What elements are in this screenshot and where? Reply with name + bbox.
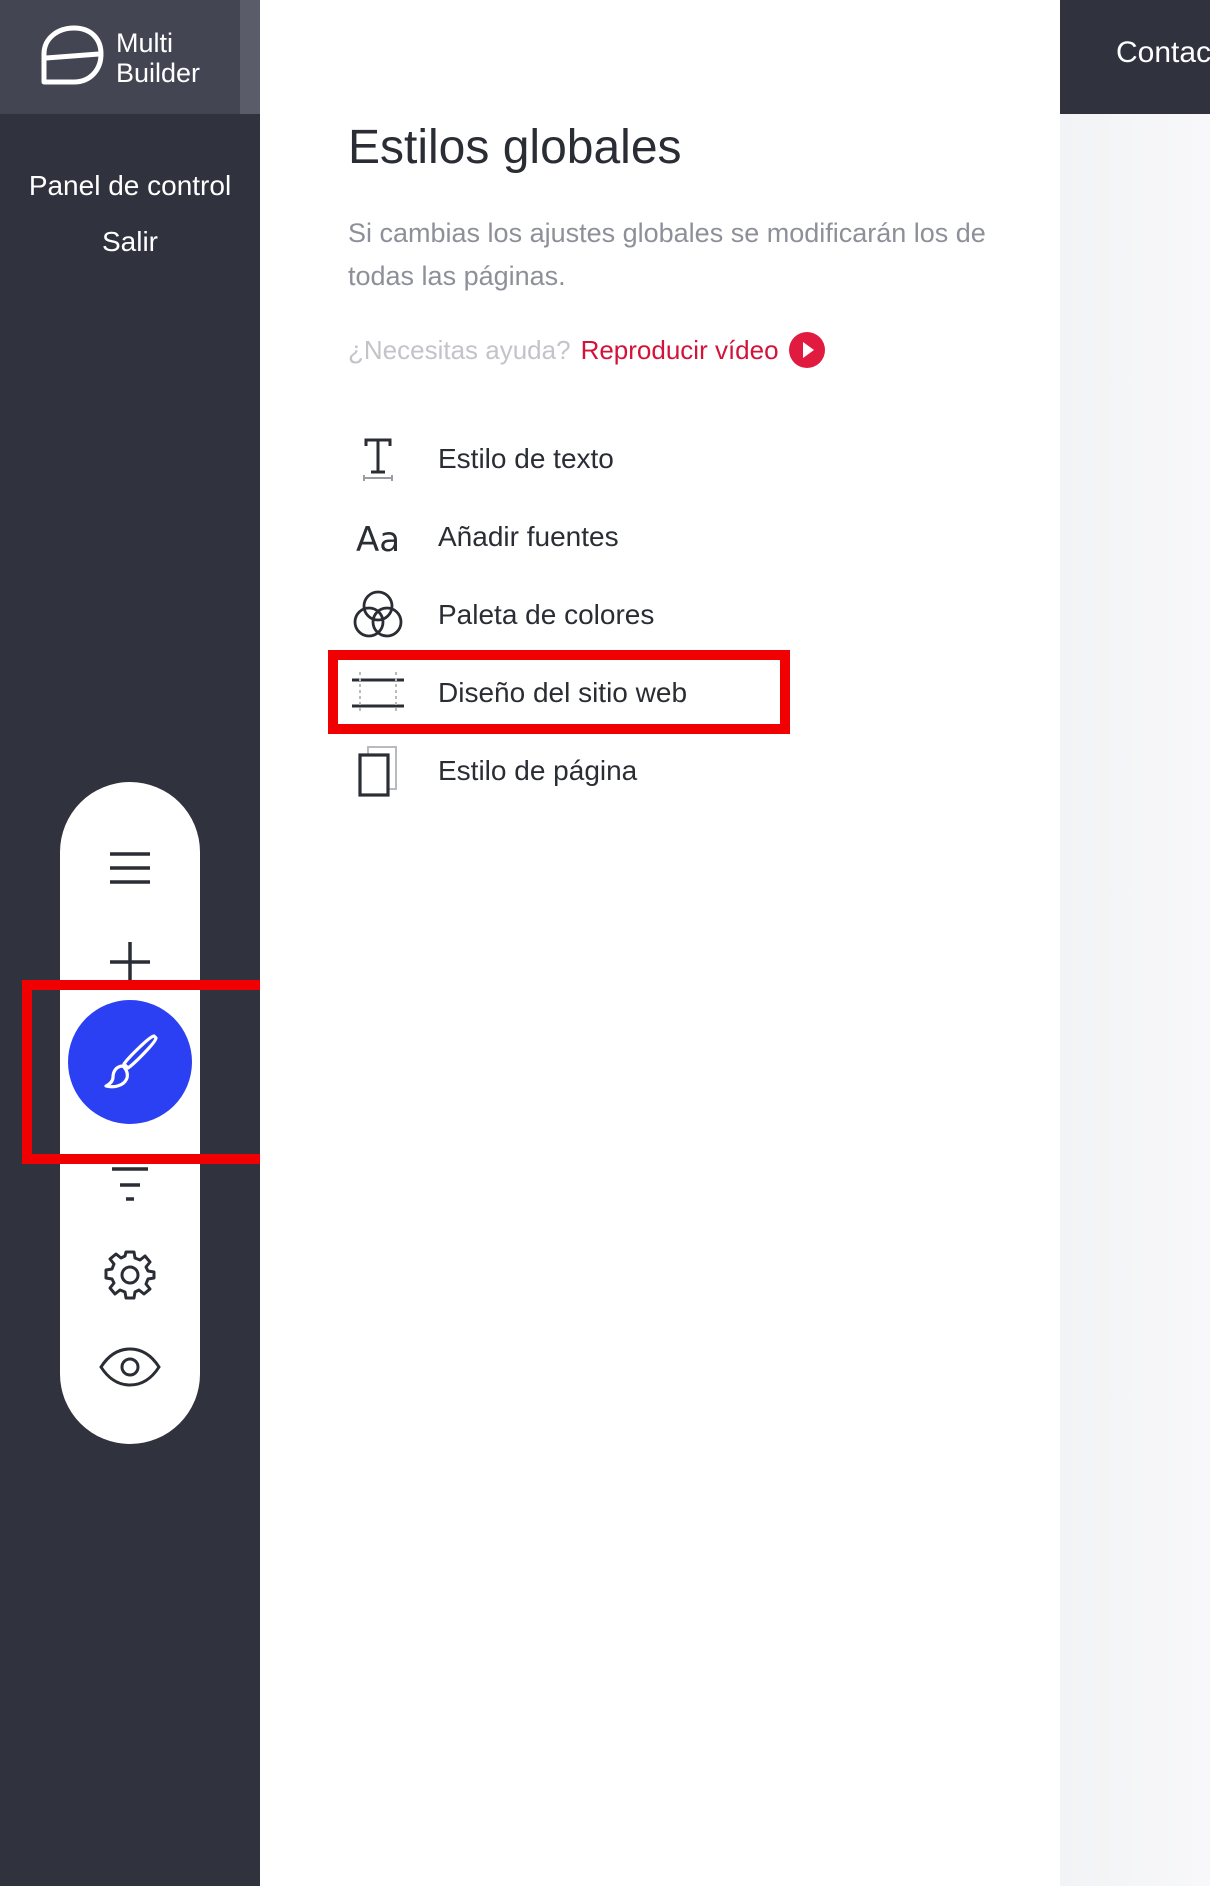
global-styles-button[interactable] — [68, 1000, 192, 1124]
logo-line1: Multi — [116, 28, 174, 58]
menu-item-label: Añadir fuentes — [438, 521, 619, 552]
site-preview — [1060, 114, 1210, 1886]
logo-text: Multi Builder — [116, 28, 200, 88]
global-styles-panel: Estilos globales Si cambias los ajustes … — [260, 0, 1060, 1886]
gear-icon — [104, 1250, 156, 1300]
svg-text:Aa: Aa — [356, 520, 400, 557]
menu-button[interactable] — [100, 844, 160, 892]
logo-bar[interactable]: Multi Builder — [0, 0, 240, 114]
page-style-icon — [348, 741, 408, 801]
menu-item-add-fonts[interactable]: Aa Añadir fuentes — [348, 506, 828, 568]
help-row: ¿Necesitas ayuda? Reproducir vídeo — [348, 330, 825, 370]
menu-item-label: Estilo de texto — [438, 443, 614, 474]
logo-icon — [41, 25, 104, 85]
play-icon[interactable] — [788, 332, 825, 368]
menu-item-label: Diseño del sitio web — [438, 677, 688, 708]
preview-header: Contac — [1060, 0, 1210, 114]
menu-item-page-style[interactable]: Estilo de página — [348, 740, 828, 802]
layout-icon — [348, 663, 408, 723]
text-style-icon — [348, 429, 408, 489]
sidebar-link-dashboard[interactable]: Panel de control — [0, 170, 260, 202]
menu-item-site-layout[interactable]: Diseño del sitio web — [348, 662, 828, 724]
fonts-icon: Aa — [348, 507, 408, 567]
color-palette-icon — [348, 585, 408, 645]
panel-description: Si cambias los ajustes globales se modif… — [348, 218, 986, 291]
add-button[interactable] — [100, 932, 160, 992]
menu-item-color-palette[interactable]: Paleta de colores — [348, 584, 828, 646]
menu-item-label: Estilo de página — [438, 755, 638, 786]
help-question: ¿Necesitas ayuda? — [348, 334, 571, 365]
sidebar-link-logout[interactable]: Salir — [0, 226, 260, 258]
filter-icon — [112, 1167, 148, 1201]
menu-icon — [110, 852, 150, 884]
play-video-link[interactable]: Reproducir vídeo — [581, 335, 779, 366]
plus-icon — [110, 942, 150, 982]
logo-line2: Builder — [116, 58, 201, 88]
preview-nav-contact[interactable]: Contac — [1116, 36, 1210, 70]
preview-button[interactable] — [95, 1342, 165, 1392]
page-title: Estilos globales — [348, 121, 682, 174]
settings-button[interactable] — [100, 1244, 160, 1304]
eye-icon — [99, 1347, 161, 1387]
sidebar: Multi Builder Panel de control Salir — [0, 0, 270, 1886]
menu-item-text-style[interactable]: Estilo de texto — [348, 428, 828, 490]
filter-button[interactable] — [100, 1160, 160, 1210]
menu-item-label: Paleta de colores — [438, 599, 655, 630]
brush-icon — [104, 1034, 158, 1089]
logo-divider — [240, 0, 260, 114]
editor-toolbar — [60, 782, 200, 1444]
